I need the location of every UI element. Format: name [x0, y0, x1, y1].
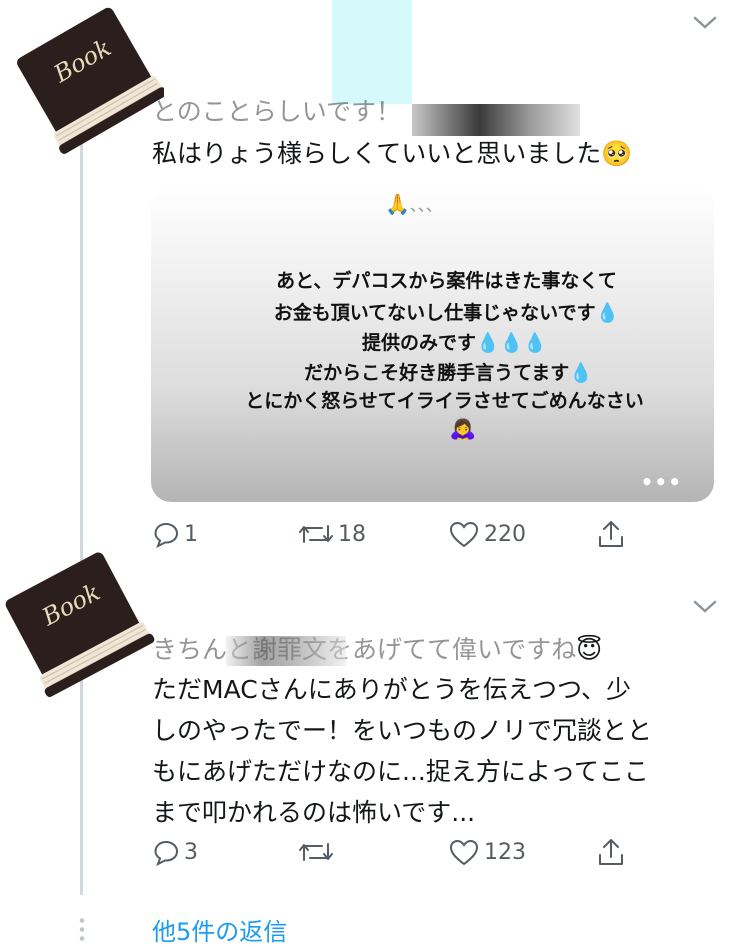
retweet-button[interactable]: 18	[298, 520, 366, 548]
redaction-block	[412, 104, 580, 136]
heart-icon	[448, 520, 484, 548]
redaction-block	[226, 636, 346, 666]
retweet-icon	[298, 838, 338, 866]
media-header: 🙏、、、	[385, 192, 442, 216]
like-button[interactable]: 123	[448, 838, 526, 866]
media-more-indicator: •••	[640, 470, 682, 494]
share-button[interactable]	[596, 518, 630, 550]
media-text-line: 提供のみです💧💧💧	[362, 332, 547, 354]
tweet-text-line: きちんと謝罪文をあげてて偉いですね	[152, 635, 577, 664]
like-button[interactable]: 220	[448, 520, 526, 548]
retweet-button[interactable]	[298, 838, 338, 866]
share-button[interactable]	[596, 836, 630, 868]
retweet-count: 18	[338, 521, 366, 547]
tweet-text-line: とのことらしいです！	[152, 97, 402, 126]
tweet-text-line: しのやったでー！をいつものノリで冗談とと	[152, 716, 653, 745]
thread-connector-line	[80, 140, 83, 895]
tweet-text-line: 私はりょう様らしくていいと思いました	[152, 139, 602, 168]
redaction-block	[164, 0, 332, 104]
reply-button[interactable]: 3	[152, 838, 198, 866]
like-count: 220	[484, 521, 526, 547]
retweet-icon	[298, 520, 338, 548]
tweet-text-line: ただMACさんにありがとうを伝えつつ、少	[152, 675, 631, 704]
chevron-down-icon	[690, 600, 720, 624]
share-icon	[596, 836, 630, 868]
like-count: 123	[484, 839, 526, 865]
chevron-down-icon	[690, 16, 720, 40]
tweet-text: きちんと謝罪文をあげてて偉いですね😇	[152, 630, 602, 670]
media-text-line: とにかく怒らせてイライラさせてごめんなさい	[245, 390, 644, 412]
bowing-woman-emoji: 🙇‍♀️	[449, 416, 477, 441]
share-icon	[596, 518, 630, 550]
folded-hands-emoji: 🙏	[385, 192, 410, 216]
show-more-replies-link[interactable]: 他5件の返信	[152, 912, 287, 947]
media-ellipsis: 、、、	[409, 196, 442, 215]
smiling-face-with-halo-emoji: 😇	[576, 635, 603, 664]
media-text-line: だからこそ好き勝手言うてます💧	[304, 362, 593, 384]
thread-more-dots	[79, 916, 85, 942]
tweet-text-line: もにあげただけなのに...捉え方によってここ	[152, 757, 649, 786]
media-text-line: お金も頂いてないし仕事じゃないです💧	[273, 302, 620, 324]
tweet-text: 私はりょう様らしくていいと思いました🥺	[152, 134, 632, 174]
book-icon: Book	[4, 4, 174, 154]
speech-bubble-icon	[152, 838, 184, 866]
reply-count: 3	[184, 839, 198, 865]
reply-button[interactable]: 1	[152, 520, 198, 548]
avatar[interactable]: Book	[0, 548, 162, 698]
book-icon: Book	[0, 548, 162, 698]
tweet-menu-button[interactable]	[690, 12, 720, 36]
media-text-line: あと、デパコスから案件はきた事なくて	[276, 270, 617, 292]
heart-icon	[448, 838, 484, 866]
speech-bubble-icon	[152, 520, 184, 548]
redaction-block	[150, 548, 420, 628]
tweet-text-line: まで叩かれるのは怖いです...	[152, 798, 476, 827]
pleading-face-emoji: 🥺	[601, 139, 633, 168]
avatar[interactable]: Book	[4, 4, 174, 154]
redaction-block	[332, 0, 412, 104]
tweet-menu-button[interactable]	[690, 596, 720, 620]
reply-count: 1	[184, 521, 198, 547]
attached-image[interactable]: 🙏、、、 あと、デパコスから案件はきた事なくて お金も頂いてないし仕事じゃないで…	[151, 186, 714, 502]
